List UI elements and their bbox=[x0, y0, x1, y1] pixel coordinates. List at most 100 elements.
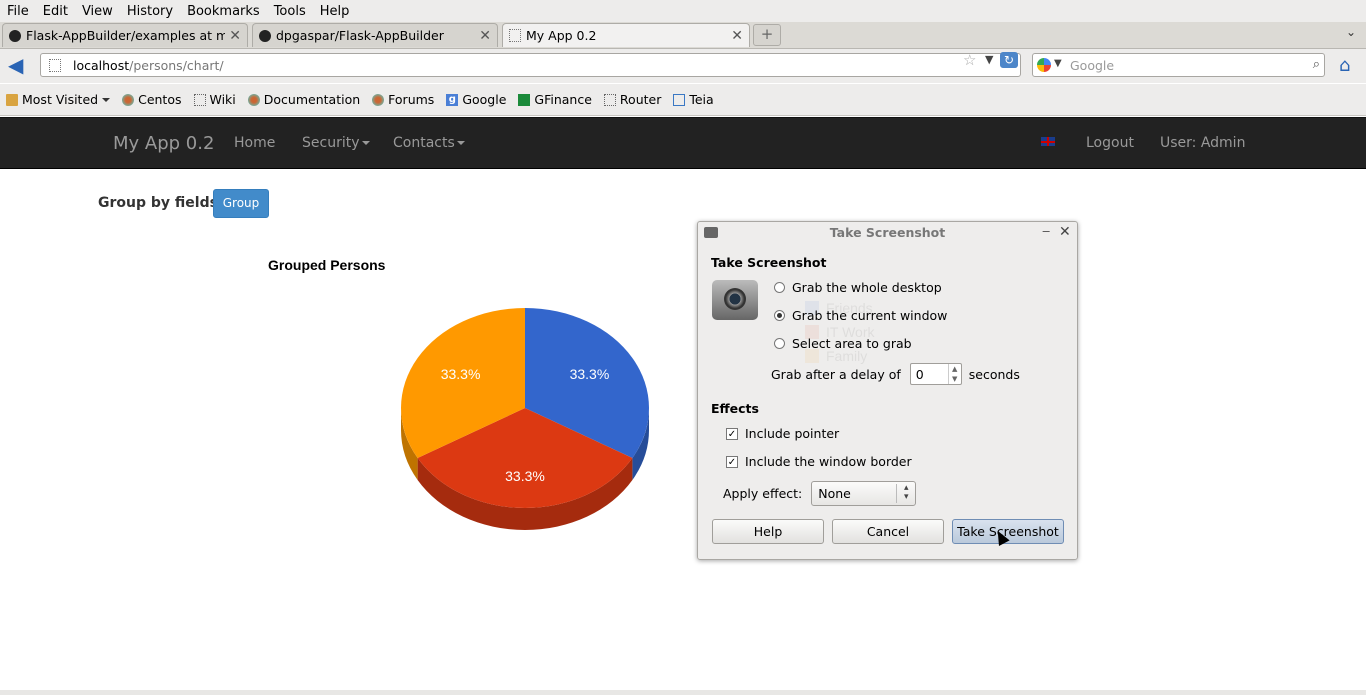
tab-github-examples[interactable]: Flask-AppBuilder/examples at m... ✕ bbox=[2, 23, 248, 47]
page-icon bbox=[193, 93, 206, 106]
bookmark-star-icon[interactable]: ☆ bbox=[963, 51, 976, 69]
radio-select-area[interactable]: Select area to grab bbox=[774, 336, 912, 351]
checkmark-icon: ✓ bbox=[726, 427, 738, 440]
tab-github-repo[interactable]: dpgaspar/Flask-AppBuilder ✕ bbox=[252, 23, 498, 47]
page-icon bbox=[603, 93, 616, 106]
delay-unit: seconds bbox=[968, 366, 1020, 382]
tab-title: My App 0.2 bbox=[526, 28, 597, 43]
group-button[interactable]: Group bbox=[213, 189, 269, 218]
bookmark-teia[interactable]: Teia bbox=[673, 92, 714, 107]
help-button[interactable]: Help bbox=[712, 519, 824, 544]
bookmark-most-visited[interactable]: Most Visited bbox=[6, 92, 111, 107]
close-tab-icon[interactable]: ✕ bbox=[229, 28, 241, 44]
cancel-button[interactable]: Cancel bbox=[832, 519, 944, 544]
url-text: localhost/persons/chart/ bbox=[73, 58, 224, 73]
include-pointer-checkbox[interactable]: ✓ Include pointer bbox=[726, 426, 839, 441]
apply-effect-row: Apply effect: None ▴ ▾ bbox=[723, 481, 917, 506]
menu-help[interactable]: Help bbox=[313, 4, 357, 19]
bookmark-google[interactable]: g Google bbox=[446, 92, 506, 107]
pie-chart: 33.3% 33.3% 33.3% bbox=[401, 308, 649, 530]
search-bar[interactable]: ▼ Google ⌕ bbox=[1032, 53, 1325, 77]
section-take-screenshot: Take Screenshot bbox=[711, 255, 827, 270]
tab-my-app[interactable]: My App 0.2 ✕ bbox=[502, 23, 750, 47]
chevron-updown-icon: ▴ ▾ bbox=[896, 484, 915, 503]
status-strip bbox=[0, 690, 1366, 695]
delay-value: 0 bbox=[915, 367, 924, 382]
delay-row: Grab after a delay of 0 ▲ ▼ seconds bbox=[771, 363, 1020, 385]
menu-bar: File Edit View History Bookmarks Tools H… bbox=[0, 0, 1366, 22]
new-tab-button[interactable]: + bbox=[753, 24, 781, 46]
gfinance-icon bbox=[518, 93, 531, 106]
logout-link[interactable]: Logout bbox=[1086, 135, 1134, 151]
apply-effect-label: Apply effect: bbox=[723, 486, 803, 501]
close-tab-icon[interactable]: ✕ bbox=[479, 28, 491, 44]
close-tab-icon[interactable]: ✕ bbox=[731, 28, 743, 44]
radio-dot bbox=[774, 282, 785, 293]
uk-flag-icon[interactable] bbox=[1041, 137, 1055, 146]
bookmark-router[interactable]: Router bbox=[603, 92, 661, 107]
radio-current-window[interactable]: Grab the current window bbox=[774, 308, 947, 323]
bookmark-gfinance[interactable]: GFinance bbox=[518, 92, 592, 107]
bookmark-label: GFinance bbox=[534, 92, 592, 107]
delay-spinbox[interactable]: 0 ▲ ▼ bbox=[909, 363, 962, 385]
bookmark-centos[interactable]: Centos bbox=[122, 92, 182, 107]
back-arrow-icon[interactable]: ◀ bbox=[8, 55, 23, 75]
checkmark-icon: ✓ bbox=[726, 455, 738, 468]
bookmark-label: Most Visited bbox=[22, 92, 99, 107]
centos-icon bbox=[247, 93, 260, 106]
tab-list-icon[interactable]: ⌄ bbox=[1346, 25, 1356, 39]
url-bar[interactable]: localhost/persons/chart/ bbox=[40, 53, 1021, 77]
reload-icon[interactable]: ↻ bbox=[1000, 52, 1018, 68]
minimize-icon[interactable]: ‒ bbox=[1042, 224, 1050, 239]
pie-data-label: 33.3% bbox=[505, 468, 545, 484]
camera-icon bbox=[712, 280, 758, 320]
menu-tools[interactable]: Tools bbox=[267, 4, 313, 19]
menu-view[interactable]: View bbox=[75, 4, 120, 19]
page-icon bbox=[49, 59, 61, 72]
centos-icon bbox=[372, 93, 385, 106]
bookmark-forums[interactable]: Forums bbox=[372, 92, 434, 107]
radio-label: Grab the whole desktop bbox=[792, 280, 942, 295]
menu-edit[interactable]: Edit bbox=[36, 4, 75, 19]
tab-bar: Flask-AppBuilder/examples at m... ✕ dpga… bbox=[0, 22, 1366, 49]
tab-title: Flask-AppBuilder/examples at m... bbox=[26, 28, 226, 43]
url-dropdown-icon[interactable]: ▼ bbox=[985, 53, 993, 66]
nav-home[interactable]: Home bbox=[234, 135, 275, 151]
tab-title: dpgaspar/Flask-AppBuilder bbox=[276, 28, 444, 43]
menu-file[interactable]: File bbox=[0, 4, 36, 19]
user-label[interactable]: User: Admin bbox=[1160, 135, 1245, 151]
dialog-title: Take Screenshot bbox=[829, 225, 946, 240]
radio-label: Grab the current window bbox=[792, 308, 948, 323]
close-icon[interactable]: ✕ bbox=[1059, 224, 1071, 240]
take-screenshot-dialog: Take Screenshot ‒ ✕ Take Screenshot Grab… bbox=[697, 221, 1078, 560]
bookmarks-toolbar: Most Visited Centos Wiki Documentation F… bbox=[0, 84, 1366, 116]
search-engine-icon[interactable] bbox=[1037, 58, 1051, 72]
section-effects: Effects bbox=[711, 401, 759, 416]
nav-contacts[interactable]: Contacts bbox=[393, 135, 465, 151]
app-navbar: My App 0.2 Home Security Contacts Logout… bbox=[0, 117, 1366, 169]
url-path: /persons/chart/ bbox=[129, 58, 224, 73]
bookmark-label: Teia bbox=[689, 92, 714, 107]
radio-whole-desktop[interactable]: Grab the whole desktop bbox=[774, 280, 942, 295]
nav-security[interactable]: Security bbox=[302, 135, 370, 151]
search-icon[interactable]: ⌕ bbox=[1313, 57, 1320, 72]
folder-icon bbox=[6, 93, 18, 106]
app-brand[interactable]: My App 0.2 bbox=[113, 133, 214, 154]
include-border-checkbox[interactable]: ✓ Include the window border bbox=[726, 454, 912, 469]
checkbox-label: Include the window border bbox=[745, 454, 912, 469]
effect-select[interactable]: None ▴ ▾ bbox=[811, 481, 917, 506]
bookmark-documentation[interactable]: Documentation bbox=[247, 92, 360, 107]
home-icon[interactable]: ⌂ bbox=[1339, 55, 1350, 76]
group-by-label: Group by fields: bbox=[98, 195, 224, 211]
chevron-down-icon bbox=[456, 141, 465, 145]
bookmark-label: Forums bbox=[388, 92, 435, 107]
menu-bookmarks[interactable]: Bookmarks bbox=[180, 4, 267, 19]
chevron-down-icon bbox=[361, 141, 370, 145]
search-engine-dropdown-icon[interactable]: ▼ bbox=[1054, 58, 1062, 69]
menu-history[interactable]: History bbox=[120, 4, 180, 19]
pie-data-label: 33.3% bbox=[441, 366, 481, 382]
chart-title: Grouped Persons bbox=[268, 257, 386, 273]
bookmark-wiki[interactable]: Wiki bbox=[193, 92, 236, 107]
bookmark-label: Wiki bbox=[209, 92, 236, 107]
spin-arrows-icon[interactable]: ▲ ▼ bbox=[947, 364, 961, 384]
